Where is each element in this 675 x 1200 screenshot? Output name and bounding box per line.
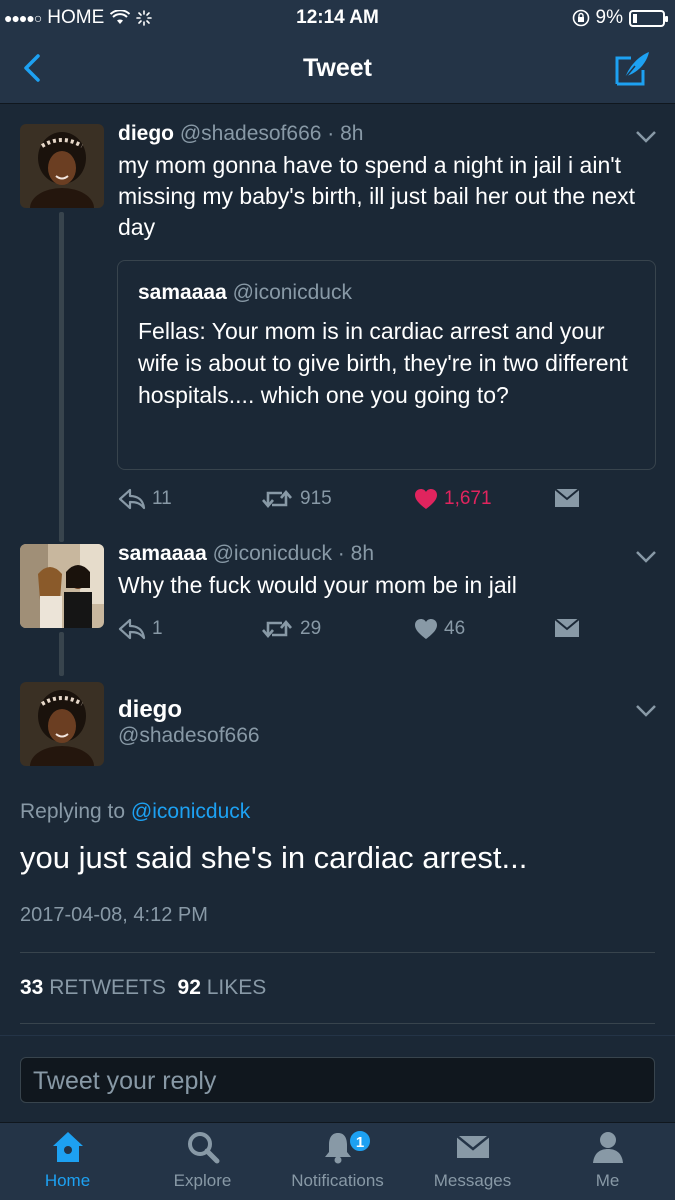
tab-label: Explore — [173, 1171, 232, 1190]
focused-tweet-text: you just said she's in cardiac arrest... — [20, 840, 528, 875]
reply-count: 1 — [152, 618, 163, 639]
reply-placeholder: Tweet your reply — [33, 1067, 217, 1095]
quoted-tweet-text: Fellas: Your mom is in cardiac arrest an… — [138, 318, 628, 408]
tweet-age: 8h — [340, 122, 364, 145]
tweet-text: my mom gonna have to spend a night in ja… — [118, 152, 636, 240]
tweet-actions: 11 915 1,671 — [118, 488, 593, 518]
retweet-icon — [262, 619, 292, 639]
quoted-author-handle: @iconicduck — [232, 281, 352, 304]
divider — [20, 1023, 655, 1024]
reply-icon — [118, 618, 146, 640]
tab-notifications[interactable]: 1 Notifications — [270, 1129, 405, 1191]
retweet-total: 33 — [20, 976, 44, 999]
chevron-down-icon[interactable] — [635, 550, 657, 564]
tweet-timestamp: 2017-04-08, 4:12 PM — [20, 904, 208, 926]
like-count: 46 — [444, 618, 466, 639]
envelope-icon — [554, 618, 580, 637]
reply-count: 11 — [152, 488, 172, 509]
thread-connector — [59, 212, 64, 542]
author-handle[interactable]: @iconicduck — [213, 542, 332, 565]
rotation-lock-icon — [572, 9, 589, 27]
tweet-text: Why the fuck would your mom be in jail — [118, 572, 517, 598]
retweet-count: 915 — [300, 488, 332, 509]
retweet-total-label: RETWEETS — [49, 976, 166, 999]
divider — [20, 952, 655, 953]
thread-connector — [59, 632, 64, 676]
thread-tweet[interactable]: diego @shadesof666 · 8h my mom gonna hav… — [0, 104, 675, 542]
chevron-down-icon[interactable] — [635, 704, 657, 718]
tab-label: Home — [44, 1171, 91, 1190]
envelope-icon — [554, 488, 580, 507]
retweet-icon — [262, 489, 292, 509]
like-button[interactable]: 46 — [414, 618, 465, 640]
engagement-stats[interactable]: 33 RETWEETS 92 LIKES — [20, 976, 266, 1000]
envelope-icon — [455, 1135, 490, 1158]
home-icon — [52, 1132, 83, 1162]
avatar[interactable] — [20, 124, 104, 208]
quoted-author-name: samaaaa — [138, 281, 227, 304]
like-button[interactable]: 1,671 — [414, 488, 492, 510]
quoted-tweet[interactable]: samaaaa @iconicduck Fellas: Your mom is … — [117, 260, 656, 470]
author-name[interactable]: diego — [118, 122, 174, 145]
battery-icon — [629, 9, 668, 27]
heart-filled-icon — [415, 489, 437, 509]
author-name[interactable]: samaaaa — [118, 542, 207, 565]
heart-icon — [415, 619, 437, 639]
tab-label: Me — [595, 1171, 620, 1190]
tweet-actions: 1 29 46 — [118, 618, 593, 648]
status-bar: ●●●●○ HOME 12:14 AM 9% — [0, 0, 675, 36]
avatar[interactable] — [20, 544, 104, 628]
reply-button[interactable]: 1 — [118, 618, 163, 640]
avatar[interactable] — [20, 682, 104, 766]
retweet-button[interactable]: 915 — [260, 488, 332, 510]
battery-percent: 9% — [595, 7, 623, 28]
like-count: 1,671 — [444, 488, 492, 509]
tab-label: Notifications — [291, 1171, 384, 1190]
person-icon — [592, 1132, 623, 1163]
tab-messages[interactable]: Messages — [405, 1129, 540, 1191]
like-total: 92 — [177, 976, 201, 999]
reply-button[interactable]: 11 — [118, 488, 172, 510]
author-handle[interactable]: @shadesof666 — [118, 724, 260, 748]
author-handle[interactable]: @shadesof666 — [180, 122, 322, 145]
replying-to: Replying to @iconicduck — [20, 800, 250, 824]
direct-message-button[interactable] — [554, 488, 580, 508]
chevron-down-icon[interactable] — [635, 130, 657, 144]
tab-me[interactable]: Me — [540, 1129, 675, 1191]
tab-home[interactable]: Home — [0, 1129, 135, 1191]
tab-label: Messages — [433, 1171, 512, 1190]
tab-bar: Home Explore 1 Notifications Messages Me — [0, 1122, 675, 1200]
like-total-label: LIKES — [206, 976, 267, 999]
direct-message-button[interactable] — [554, 618, 580, 638]
retweet-button[interactable]: 29 — [260, 618, 321, 640]
reply-icon — [118, 488, 146, 510]
tab-explore[interactable]: Explore — [135, 1129, 270, 1191]
tweet-age: 8h — [350, 542, 374, 565]
compose-tweet-icon[interactable] — [613, 48, 653, 88]
replying-prefix: Replying to — [20, 800, 126, 823]
page-title: Tweet — [303, 54, 372, 82]
reply-input[interactable]: Tweet your reply — [20, 1057, 655, 1103]
thread-tweet[interactable]: samaaaa @iconicduck · 8h Why the fuck wo… — [0, 534, 675, 676]
navigation-bar: Tweet — [0, 36, 675, 104]
search-icon — [187, 1132, 219, 1164]
replying-to-link[interactable]: @iconicduck — [131, 800, 250, 823]
notification-badge: 1 — [348, 1129, 372, 1153]
retweet-count: 29 — [300, 618, 322, 639]
author-name[interactable]: diego — [118, 696, 182, 724]
